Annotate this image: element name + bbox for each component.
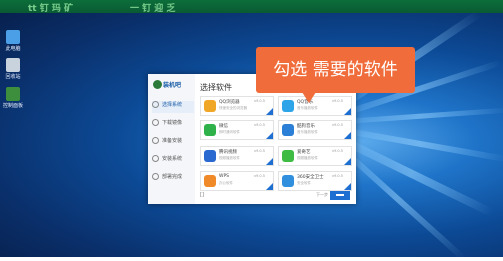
installer-logo: 装机吧 <box>153 80 193 90</box>
software-version: v9.0.5 <box>332 99 343 103</box>
software-desc: 安全软件 <box>297 181 311 185</box>
software-desc: 音乐播放软件 <box>297 106 318 110</box>
software-icon <box>282 124 294 136</box>
checkmark-corner-icon <box>344 108 351 115</box>
software-tile[interactable]: 酷狗音乐 音乐播放软件 v9.0.5 <box>278 120 352 140</box>
software-tile[interactable]: 微信 即时通讯软件 v9.0.5 <box>200 120 274 140</box>
top-banner-strip: tt 钉 玛 矿 一 钉 迎 乏 <box>0 0 503 14</box>
checkmark-corner-icon <box>266 108 273 115</box>
software-icon <box>204 175 216 187</box>
desktop-icon-label: 此电脑 <box>5 46 21 52</box>
step-label: 准备安装 <box>162 138 183 144</box>
software-icon <box>282 175 294 187</box>
software-name: 360安全卫士 <box>297 175 324 180</box>
step-item: 选择系统 <box>152 101 194 113</box>
desktop-icon-control-panel[interactable]: 控制面板 <box>0 87 26 109</box>
checkmark-corner-icon <box>266 158 273 165</box>
software-version: v9.0.5 <box>254 99 265 103</box>
desktop-icon-label: 控制面板 <box>2 103 23 109</box>
checkmark-corner-icon <box>344 132 351 139</box>
software-name: 酷狗音乐 <box>297 124 315 129</box>
software-icon <box>204 100 216 112</box>
software-desc: 视频播放软件 <box>219 156 240 160</box>
step-item: 下载镜像 <box>152 119 194 131</box>
software-name: 微信 <box>219 124 228 129</box>
top-banner-right-text: 一 钉 迎 乏 <box>130 4 176 14</box>
step-item: 准备安装 <box>152 137 194 149</box>
software-icon <box>204 150 216 162</box>
software-icon <box>204 124 216 136</box>
step-label: 下载镜像 <box>162 120 183 126</box>
software-name: 爱奇艺 <box>297 150 311 155</box>
software-version: v9.0.5 <box>254 149 265 153</box>
checkmark-corner-icon <box>344 158 351 165</box>
footer-right-text: 下一步 <box>316 192 328 197</box>
software-version: v9.0.5 <box>254 123 265 127</box>
software-tile[interactable]: 爱奇艺 视频播放软件 v9.0.5 <box>278 146 352 166</box>
software-icon <box>282 100 294 112</box>
software-name: WPS <box>219 174 230 179</box>
step-label: 选择系统 <box>162 102 183 108</box>
software-desc: 视频播放软件 <box>297 156 318 160</box>
annotation-callout: 勾选 需要的软件 <box>256 47 415 93</box>
installer-title: 选择软件 <box>200 83 232 92</box>
software-name: QQ浏览器 <box>219 100 240 105</box>
software-desc: 音乐播放软件 <box>297 130 318 134</box>
installer-sidebar: 装机吧 选择系统 下载镜像 准备安装 安装系统 部署完成 <box>148 74 195 204</box>
installer-window: 装机吧 选择系统 下载镜像 准备安装 安装系统 部署完成 选择软件 — × QQ… <box>148 74 356 204</box>
step-item: 安装系统 <box>152 155 194 167</box>
footer-left-text: [] <box>200 192 204 198</box>
software-version: v9.0.5 <box>332 174 343 178</box>
recycle-bin-icon <box>6 58 20 72</box>
callout-pointer <box>302 92 316 103</box>
step-dot-icon <box>152 155 159 162</box>
step-item: 部署完成 <box>152 173 194 185</box>
checkmark-corner-icon <box>266 132 273 139</box>
software-tile[interactable]: WPS 办公软件 v9.0.5 <box>200 171 274 191</box>
step-label: 部署完成 <box>162 174 183 180</box>
step-dot-icon <box>152 119 159 126</box>
step-dot-icon <box>152 173 159 180</box>
software-tile[interactable]: QQ浏览器 快速安全的浏览器 v9.0.5 <box>200 96 274 116</box>
desktop-icon-recycle-bin[interactable]: 回收站 <box>0 58 26 80</box>
software-desc: 办公软件 <box>219 181 233 185</box>
control-panel-icon <box>6 87 20 101</box>
software-version: v9.0.5 <box>254 174 265 178</box>
software-icon <box>282 150 294 162</box>
software-version: v9.0.5 <box>332 123 343 127</box>
callout-text: 勾选 需要的软件 <box>273 60 398 80</box>
software-tile[interactable]: 腾讯视频 视频播放软件 v9.0.5 <box>200 146 274 166</box>
software-version: v9.0.5 <box>332 149 343 153</box>
checkmark-corner-icon <box>344 183 351 190</box>
next-button[interactable] <box>330 191 350 200</box>
arrow-right-icon <box>336 194 344 196</box>
logo-text: 装机吧 <box>163 82 182 89</box>
desktop-icon-label: 回收站 <box>5 74 21 80</box>
step-label: 安装系统 <box>162 156 183 162</box>
desktop-icon-computer[interactable]: 此电脑 <box>0 30 26 52</box>
step-dot-icon <box>152 137 159 144</box>
software-desc: 即时通讯软件 <box>219 130 240 134</box>
checkmark-corner-icon <box>266 183 273 190</box>
software-tile[interactable]: 360安全卫士 安全软件 v9.0.5 <box>278 171 352 191</box>
logo-icon <box>153 80 162 89</box>
software-desc: 快速安全的浏览器 <box>219 106 247 110</box>
step-dot-icon <box>152 101 159 108</box>
software-name: 腾讯视频 <box>219 150 237 155</box>
computer-icon <box>6 30 20 44</box>
top-banner-left-text: tt 钉 玛 矿 <box>28 4 74 14</box>
